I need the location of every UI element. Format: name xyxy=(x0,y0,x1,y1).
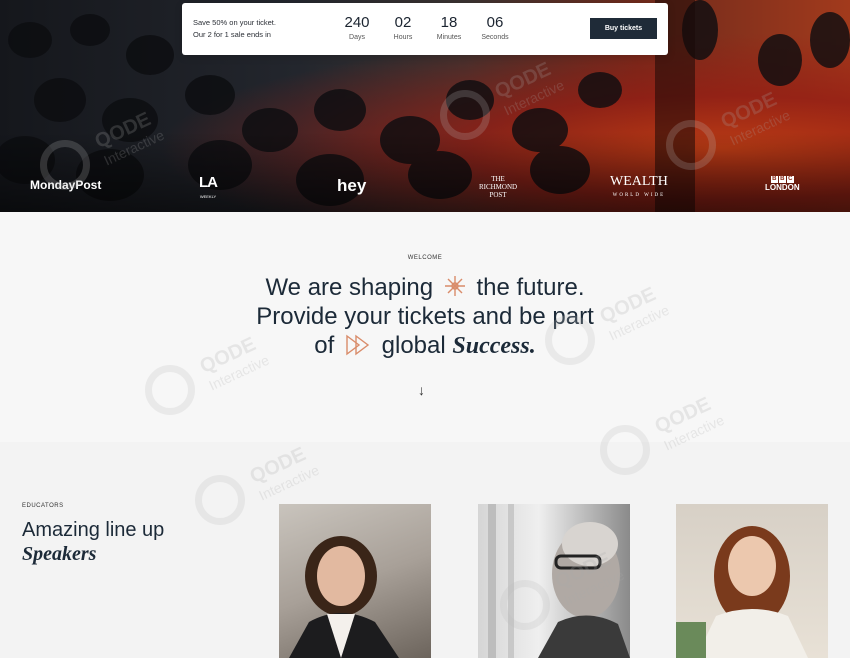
speaker-portrait-woman-2 xyxy=(676,526,808,658)
countdown-hours: 02 Hours xyxy=(383,14,423,41)
promo-line-1: Save 50% on your ticket. xyxy=(193,18,276,27)
seconds-value: 06 xyxy=(486,14,504,31)
speakers-title: Amazing line up xyxy=(22,519,165,541)
speakers-title-italic: Speakers xyxy=(22,543,97,565)
logo-wealth[interactable]: WEALTH WORLD WIDE xyxy=(610,175,668,203)
speaker-portrait-man xyxy=(488,504,630,658)
speakers-eyebrow: EDUCATORS xyxy=(22,503,64,509)
speaker-photo-3[interactable] xyxy=(676,504,828,658)
speaker-photo-2[interactable] xyxy=(478,504,630,658)
speakers-section: EDUCATORS Amazing line up Speakers xyxy=(0,442,850,658)
fast-forward-icon xyxy=(346,334,370,356)
bbc-letter: B xyxy=(770,176,778,183)
days-value: 240 xyxy=(344,14,370,31)
welcome-eyebrow: WELCOME xyxy=(407,255,443,261)
countdown-seconds: 06 Seconds xyxy=(475,14,515,41)
scroll-down-arrow-icon[interactable]: ↓ xyxy=(418,382,425,398)
headline-text: of xyxy=(314,332,335,359)
promo-text: Save 50% on your ticket. Our 2 for 1 sal… xyxy=(193,17,276,41)
countdown-days: 240 Days xyxy=(337,14,377,41)
headline-italic: Success. xyxy=(452,333,536,359)
logo-bbc-london[interactable]: B B C LONDON xyxy=(765,176,800,192)
bbc-letter: C xyxy=(786,176,794,183)
hero-shade xyxy=(0,132,850,212)
logo-hey[interactable]: hey xyxy=(337,176,366,196)
wealth-logo-sub: WORLD WIDE xyxy=(612,193,666,198)
countdown-bar: Save 50% on your ticket. Our 2 for 1 sal… xyxy=(182,3,668,55)
logo-richmond-post[interactable]: THE RICHMOND POST xyxy=(476,175,520,199)
wealth-logo-text: WEALTH xyxy=(610,174,668,189)
hours-value: 02 xyxy=(394,14,412,31)
hours-label: Hours xyxy=(393,34,413,41)
logo-monday-post[interactable]: MondayPost xyxy=(30,178,101,192)
la-logo-sub: WEEKLY xyxy=(199,194,217,199)
headline-line-3: of global Success. xyxy=(0,331,850,361)
logo-la-weekly[interactable]: LA WEEKLY xyxy=(199,174,218,204)
headline-text: global xyxy=(381,332,446,359)
bbc-city: LONDON xyxy=(765,183,800,192)
countdown-minutes: 18 Minutes xyxy=(429,14,469,41)
bbc-blocks: B B C xyxy=(765,176,800,183)
welcome-section: WELCOME We are shaping the future. Provi… xyxy=(0,212,850,442)
headline-line-1: We are shaping the future. xyxy=(0,273,850,302)
speaker-portrait-woman-1 xyxy=(289,536,399,658)
seconds-label: Seconds xyxy=(481,34,509,41)
headline-line-2: Provide your tickets and be part xyxy=(256,303,594,330)
promo-line-2: Our 2 for 1 sale ends in xyxy=(193,30,271,39)
bbc-letter: B xyxy=(778,176,786,183)
minutes-label: Minutes xyxy=(436,34,462,41)
minutes-value: 18 xyxy=(440,14,458,31)
la-logo-text: LA xyxy=(199,174,218,191)
buy-tickets-button[interactable]: Buy tickets xyxy=(590,18,657,39)
asterisk-star-icon xyxy=(444,276,465,296)
speaker-photo-1[interactable] xyxy=(279,504,431,658)
headline-text: We are shaping xyxy=(265,274,434,301)
hero-banner: Save 50% on your ticket. Our 2 for 1 sal… xyxy=(0,0,850,212)
headline-text: the future. xyxy=(476,274,585,301)
days-label: Days xyxy=(349,34,365,41)
